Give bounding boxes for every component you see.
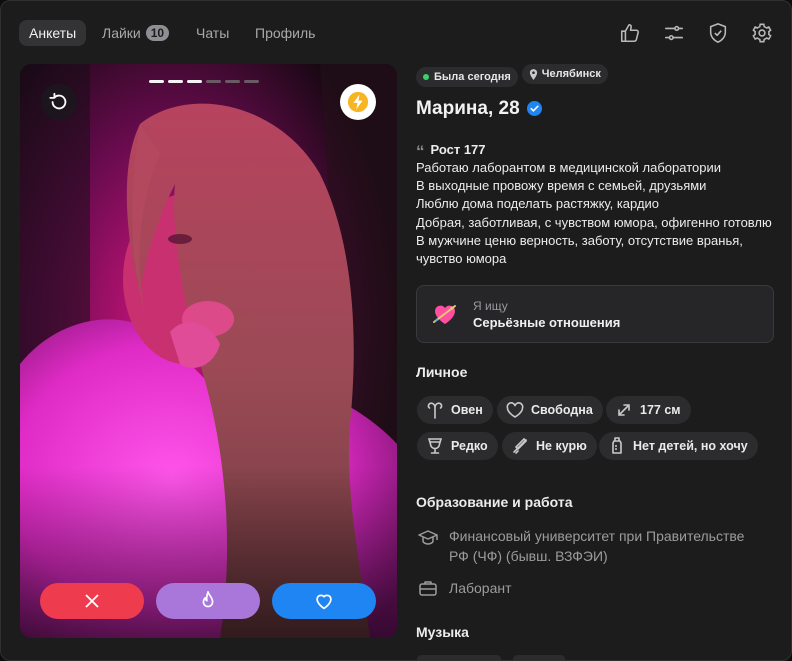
verified-badge-icon (526, 101, 542, 116)
top-nav: Анкеты Лайки 10 Чаты Профиль (19, 20, 773, 46)
university-line: Финансовый университет при Правительстве (449, 528, 745, 544)
photo-progress (149, 80, 259, 83)
profile-bio: “ Рост 177 Работаю лаборантом в медицинск… (416, 141, 776, 269)
chip-zodiac: Овен (417, 396, 493, 424)
superlike-button[interactable] (156, 583, 260, 619)
chip-label: 177 см (640, 403, 681, 417)
education-university: Финансовый университет при Правительстве… (449, 526, 744, 566)
photo-progress-segment (168, 80, 183, 83)
briefcase-icon (418, 578, 438, 598)
bio-line: В выходные провожу время с семьей, друзь… (416, 178, 707, 194)
thumbs-up-icon[interactable] (619, 22, 641, 44)
photo-progress-segment (225, 80, 240, 83)
chip-label: Редко (451, 439, 488, 453)
music-chip[interactable] (513, 655, 565, 660)
tab-ankety[interactable]: Анкеты (19, 20, 87, 46)
tab-label: Анкеты (29, 25, 77, 41)
tab-label: Чаты (196, 25, 230, 41)
seeking-value: Серьёзные отношения (473, 314, 621, 330)
photo-progress-segment (187, 80, 202, 83)
bio-line: Люблю дома поделать растяжку, кардио (416, 196, 660, 212)
chip-label: Не курю (536, 439, 587, 453)
lightning-icon (347, 91, 369, 113)
dislike-button[interactable] (40, 583, 144, 619)
chip-label: Нет детей, но хочу (633, 439, 748, 453)
chip-smoking: Не курю (502, 432, 597, 460)
likes-count-badge: 10 (145, 25, 170, 41)
chip-height: 177 см (606, 396, 691, 424)
quote-icon: “ (416, 141, 425, 161)
education-section-title: Образование и работа (416, 494, 573, 510)
profile-name-row: Марина, 28 (416, 98, 776, 120)
profile-photo (20, 64, 397, 638)
bio-line: В мужчине ценю верность, заботу, отсутст… (416, 232, 743, 248)
chip-label: Свободна (531, 403, 593, 417)
university-line: РФ (ЧФ) (бывш. ВЗФЭИ) (449, 548, 608, 564)
undo-button[interactable] (41, 84, 77, 120)
city-text: Челябинск (541, 68, 601, 80)
chip-alcohol: Редко (417, 432, 498, 460)
tab-chats[interactable]: Чаты (196, 20, 229, 46)
online-status-badge: Была сегодня (416, 66, 518, 87)
seeking-label: Я ищу (473, 298, 508, 313)
height-icon (618, 404, 630, 416)
music-section-title: Музыка (416, 624, 469, 640)
wine-glass-icon (427, 438, 443, 454)
heart-outline-icon (506, 402, 524, 418)
online-status-text: Была сегодня (434, 70, 511, 83)
flame-icon (202, 591, 214, 608)
seeking-card: Я ищу Серьёзные отношения (416, 284, 774, 343)
aries-icon (427, 402, 443, 419)
shield-check-icon[interactable] (707, 22, 729, 44)
photo-progress-segment (244, 80, 259, 83)
photo-progress-segment (149, 80, 164, 83)
profile-info: Была сегодня Челябинск Марина, 28 “ Рост 1… (416, 64, 776, 343)
profile-name: Марина, 28 (416, 97, 520, 119)
baby-bottle-icon (612, 437, 622, 454)
chip-relationship: Свободна (497, 396, 603, 424)
heart-arrow-icon (433, 304, 456, 324)
bio-line: Работаю лаборантом в медицинской лаборат… (416, 159, 722, 175)
chip-children: Нет детей, но хочу (599, 432, 758, 460)
status-row: Была сегодня Челябинск (416, 64, 776, 87)
like-button[interactable] (272, 583, 376, 619)
tab-profile[interactable]: Профиль (255, 20, 315, 46)
boost-button[interactable] (340, 84, 376, 120)
tab-likes[interactable]: Лайки 10 (102, 20, 170, 46)
bio-line: чувство юмора (416, 251, 507, 267)
tab-label: Профиль (255, 25, 316, 41)
close-icon (85, 594, 99, 608)
bio-line: Добрая, заботливая, с чувством юмора, оф… (416, 214, 772, 230)
profile-photo-card[interactable] (20, 64, 397, 638)
heart-icon (316, 594, 332, 610)
photo-progress-segment (206, 80, 221, 83)
chip-label: Овен (451, 403, 483, 417)
app-window: Анкеты Лайки 10 Чаты Профиль Была сегодн… (0, 0, 792, 661)
location-pin-icon (529, 68, 537, 80)
music-chip[interactable] (417, 655, 501, 660)
tab-label: Лайки (102, 25, 141, 41)
no-smoking-icon (513, 437, 528, 454)
personal-section-title: Личное (416, 364, 468, 380)
bio-line: Рост 177 (430, 141, 486, 157)
sliders-icon[interactable] (663, 22, 685, 44)
city-badge: Челябинск (521, 64, 608, 84)
gear-icon[interactable] (751, 22, 773, 44)
job-title: Лаборант (449, 580, 512, 596)
graduation-cap-icon (418, 527, 438, 547)
undo-icon (49, 92, 67, 110)
online-dot-icon (423, 73, 429, 80)
